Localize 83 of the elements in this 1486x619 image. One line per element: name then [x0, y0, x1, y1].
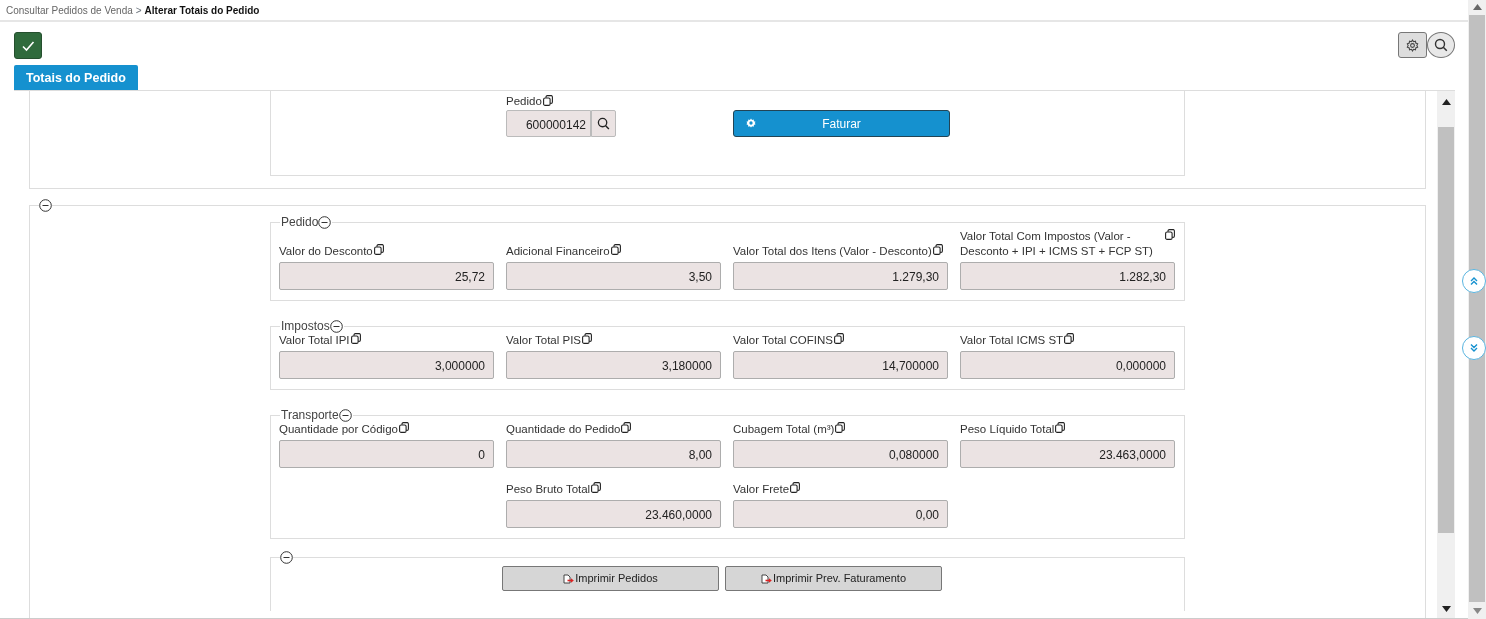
value-field[interactable]: 1.282,30 — [960, 262, 1175, 290]
copy-icon[interactable] — [350, 333, 361, 344]
value-field[interactable]: 3,180000 — [506, 351, 721, 379]
copy-icon[interactable] — [1165, 229, 1175, 240]
copy-icon[interactable] — [398, 422, 409, 433]
copy-icon[interactable] — [542, 95, 553, 106]
print-document-icon — [563, 573, 575, 584]
field-label: Valor Total dos Itens (Valor - Desconto) — [733, 244, 932, 259]
order-number-field[interactable]: 600000142 — [506, 110, 591, 137]
scroll-down-arrow-icon[interactable] — [1441, 606, 1451, 612]
field-label: Valor do Desconto — [279, 244, 373, 259]
field-label: Valor Total PIS — [506, 333, 581, 348]
value-field[interactable]: 25,72 — [279, 262, 494, 290]
scrollbar[interactable] — [1437, 91, 1455, 618]
field-label: Valor Total Com Impostos (Valor - Desconto + IPI + ICMS ST + FCP ST) — [960, 229, 1154, 259]
scroll-bottom-button[interactable] — [1462, 336, 1486, 360]
tab[interactable]: Totais do Pedido — [14, 65, 138, 90]
value-field[interactable]: 3,50 — [506, 262, 721, 290]
settings-button[interactable] — [1398, 32, 1427, 58]
copy-icon[interactable] — [373, 244, 384, 255]
confirm-button[interactable] — [14, 32, 42, 59]
field-label: Cubagem Total (m³) — [733, 422, 835, 437]
value-field[interactable]: 23.460,0000 — [506, 500, 721, 528]
copy-icon[interactable] — [1055, 422, 1066, 433]
value-field[interactable]: 0,00 — [733, 500, 948, 528]
collapse-toggle-button[interactable] — [280, 551, 293, 564]
value-field[interactable]: 0,080000 — [733, 440, 948, 468]
value-field[interactable]: 1.279,30 — [733, 262, 948, 290]
print-document-icon — [760, 573, 772, 584]
copy-icon[interactable] — [932, 244, 943, 255]
section-title: Transporte — [281, 408, 339, 422]
breadcrumb-link[interactable]: Consultar Pedidos de Venda — [6, 2, 133, 18]
search-button[interactable] — [1427, 32, 1455, 58]
collapse-toggle-button[interactable] — [329, 319, 343, 333]
copy-icon[interactable] — [1064, 333, 1075, 344]
field-label: Valor Total COFINS — [733, 333, 833, 348]
minus-circle-icon — [338, 408, 352, 422]
scroll-top-button[interactable] — [1462, 269, 1486, 293]
checkmark-icon — [21, 39, 35, 52]
copy-icon[interactable] — [833, 333, 844, 344]
field-label: Peso Líquido Total — [960, 422, 1055, 437]
field-label: Valor Total IPI — [279, 333, 350, 348]
collapse-toggle-button[interactable] — [338, 408, 352, 422]
value-field[interactable]: 14,700000 — [733, 351, 948, 379]
gear-icon — [1406, 38, 1419, 52]
field-label: Quantidade por Código — [279, 422, 398, 437]
copy-icon[interactable] — [582, 333, 592, 344]
search-icon — [1434, 38, 1448, 52]
copy-icon[interactable] — [790, 482, 801, 493]
copy-icon[interactable] — [835, 422, 846, 433]
breadcrumb-separator: > — [135, 3, 142, 18]
section-title: Pedido — [281, 215, 319, 229]
value-field[interactable]: 0,000000 — [960, 351, 1175, 379]
minus-circle-icon — [329, 319, 343, 333]
value-field[interactable]: 0 — [279, 440, 494, 468]
breadcrumb-current: Alterar Totais do Pedido — [144, 3, 260, 18]
field-label: Peso Bruto Total — [506, 482, 591, 497]
print-button[interactable]: Imprimir Pedidos — [502, 566, 719, 591]
value-field[interactable]: 8,00 — [506, 440, 721, 468]
minus-circle-icon — [39, 199, 52, 212]
search-button[interactable] — [591, 110, 616, 137]
invoice-button[interactable]: Faturar — [733, 110, 950, 137]
copy-icon[interactable] — [610, 244, 621, 255]
field-label: Valor Total ICMS ST — [960, 333, 1064, 348]
gear-icon — [746, 118, 756, 128]
copy-icon[interactable] — [591, 482, 602, 493]
copy-icon[interactable] — [621, 422, 632, 433]
print-button[interactable]: Imprimir Prev. Faturamento — [725, 566, 942, 591]
field-label: Quantidade do Pedido — [506, 422, 621, 437]
field-label: Pedido — [506, 95, 542, 107]
collapse-toggle-button[interactable] — [39, 199, 52, 212]
search-icon — [597, 117, 610, 130]
value-field[interactable]: 3,000000 — [279, 351, 494, 379]
collapse-toggle-button[interactable] — [318, 215, 332, 229]
minus-circle-icon — [318, 215, 332, 229]
field-label: Valor Frete — [733, 482, 790, 497]
scroll-up-arrow-icon[interactable] — [1441, 99, 1451, 105]
value-field[interactable]: 23.463,0000 — [960, 440, 1175, 468]
section-title: Impostos — [281, 319, 330, 333]
double-chevron-up-icon — [1469, 276, 1479, 286]
double-chevron-down-icon — [1469, 343, 1479, 353]
minus-circle-icon — [280, 551, 293, 564]
field-label: Adicional Financeiro — [506, 244, 610, 259]
